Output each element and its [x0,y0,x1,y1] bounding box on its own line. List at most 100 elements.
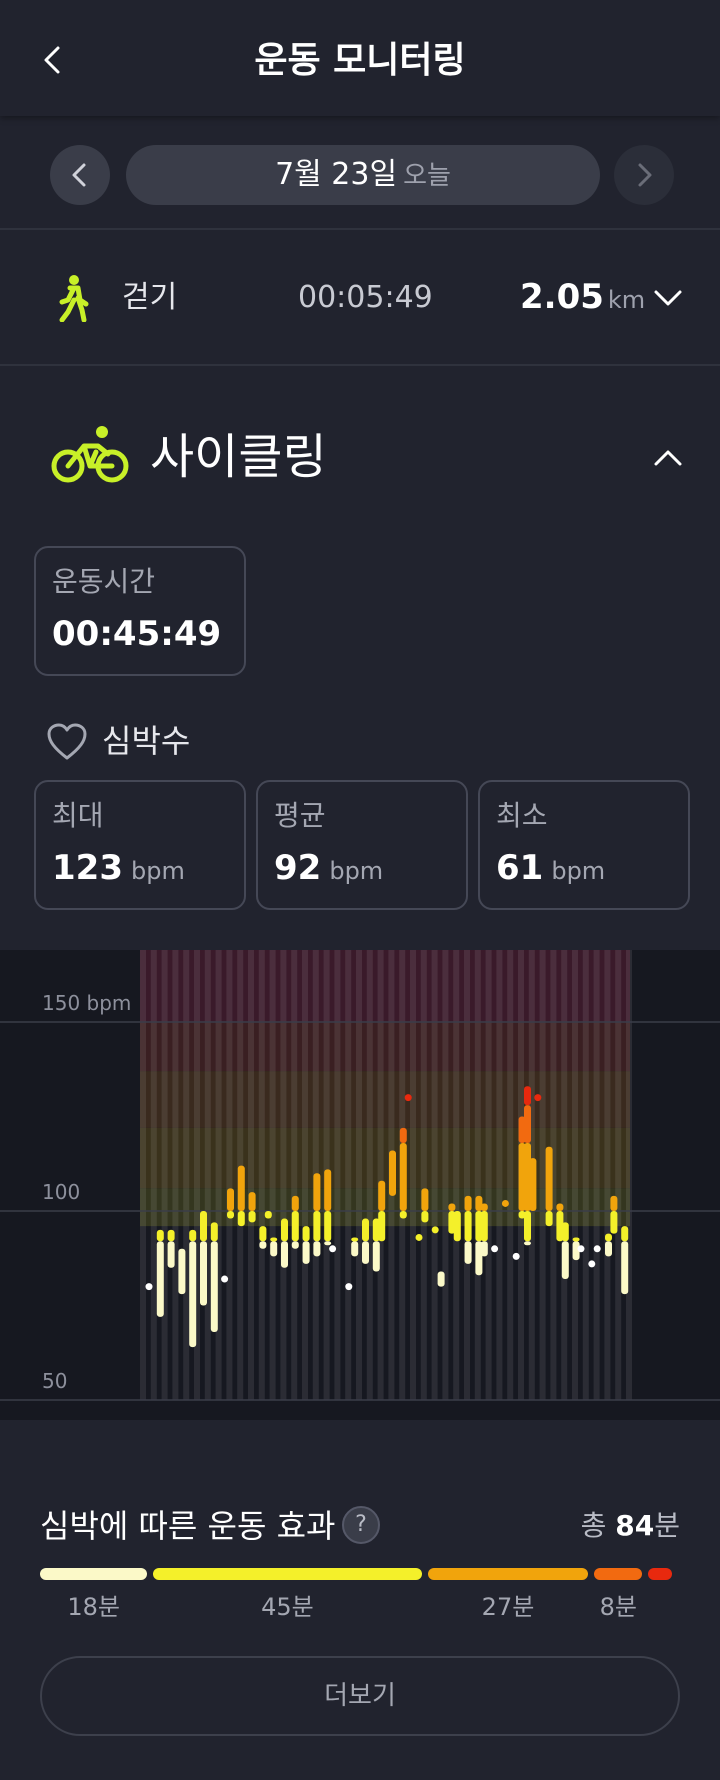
heart-rate-bar [621,1241,629,1295]
grid-stripe [626,950,632,1400]
total-prefix: 총 [580,1509,607,1542]
heart-rate-bar [399,1142,407,1211]
heart-rate-bar [167,1229,175,1242]
workout-name: 걷기 [122,280,178,315]
bicycle-icon [51,426,129,483]
workout-row-walking[interactable]: 걷기 00:05:49 2.05 km [0,232,720,364]
y-tick-label: 150 bpm [42,991,131,1015]
grid-stripe [453,950,460,1400]
chevron-down-icon[interactable] [652,284,684,312]
heart-rate-bar [351,1237,359,1242]
grid-stripe [248,950,254,1400]
stat-unit: bpm [551,857,606,885]
divider [0,228,720,230]
heart-rate-bar [324,1169,332,1211]
grid-stripe [420,950,427,1400]
heart-rate-bar [351,1241,359,1257]
heart-rate-bar [156,1229,164,1242]
heart-rate-bar [561,1241,569,1280]
grid-stripe [539,950,546,1400]
chevron-up-icon[interactable] [652,444,684,472]
date-selector[interactable]: 7월 23일 오늘 [126,145,600,205]
avg-bpm-card: 평균 92 bpm [256,780,468,910]
zone-label: 45분 [261,1593,314,1621]
heart-rate-bar [302,1226,310,1242]
heart-rate-bar [324,1211,332,1242]
question-icon: ? [355,1512,367,1537]
grid-stripe [593,950,600,1400]
heart-rate-bar [313,1211,321,1242]
zone-label: 8분 [599,1593,637,1621]
zone-segment [648,1568,672,1580]
heart-rate-bar [362,1241,369,1264]
heart-rate-bar [313,1241,321,1257]
grid-stripe [366,950,373,1400]
grid-stripe [582,950,589,1400]
zone-band [140,1071,630,1128]
heart-rate-bar [464,1195,472,1211]
effect-title: 심박에 따른 운동 효과 [40,1507,336,1545]
heart-rate-bar [464,1211,472,1242]
heart-rate-bar [248,1192,256,1211]
grid-stripe [140,950,146,1400]
zone-segment [427,1568,589,1580]
stat-number: 123 [52,848,123,888]
heart-rate-bar [248,1211,256,1223]
heart-rate-bar [270,1241,278,1257]
heart-rate-bar [464,1241,472,1264]
grid-stripe [172,950,179,1400]
zone-segment [153,1568,422,1580]
stat-label: 최소 [496,799,548,832]
zone-segment [40,1568,148,1580]
heart-rate-bar [529,1158,537,1211]
heart-rate-bar [189,1241,197,1348]
grid-stripe [150,950,157,1400]
next-date-button[interactable] [614,145,674,205]
chevron-left-icon [72,163,86,187]
help-button[interactable]: ? [342,1506,380,1544]
heart-rate-point [415,1233,423,1241]
heart-rate-bar [545,1146,553,1211]
heart-rate-bar [189,1229,197,1242]
stat-label: 최대 [52,799,104,832]
distance-unit: km [607,286,646,314]
heart-rate-point [145,1283,153,1291]
heart-rate-bar [237,1165,245,1211]
zone-band [140,1022,630,1072]
heart-rate-bar [572,1237,580,1242]
grid-stripe [291,950,298,1400]
grid-stripe [485,950,492,1400]
grid-stripe [215,950,222,1400]
heart-rate-bar [362,1218,369,1242]
grid-stripe [377,950,384,1400]
heart-rate-point [345,1283,353,1291]
heart-rate-bar [156,1241,164,1317]
walking-icon [59,275,89,322]
heart-rate-bar [421,1211,429,1223]
grid-stripe [334,950,341,1400]
duration-card: 운동시간 00:45:49 [34,546,246,676]
zone-bar [40,1568,672,1580]
heart-rate-bar [378,1211,386,1242]
grid-stripe [269,950,276,1400]
grid-stripe [464,950,470,1400]
heart-rate-point [534,1094,542,1102]
total-unit: 분 [654,1509,680,1542]
prev-date-button[interactable] [50,145,110,205]
heart-rate-bar [372,1241,380,1272]
y-tick-label: 50 [42,1369,67,1393]
duration-value: 00:45:49 [52,614,222,654]
heart-rate-chart: 150 bpm10050021426384분 [0,950,720,1420]
heart-rate-bar [621,1226,629,1242]
heart-rate-bar [237,1211,245,1227]
more-button[interactable]: 더보기 [40,1656,680,1736]
zone-label: 18분 [67,1593,120,1621]
page-title: 운동 모니터링 [254,40,466,81]
heart-rate-bar [324,1241,332,1246]
grid-stripe [496,950,503,1400]
heart-rate-bar [524,1241,531,1246]
heart-rate-point [404,1094,412,1102]
heart-rate-bar [281,1218,288,1242]
heart-rate-bar [313,1173,321,1211]
heart-rate-bar [210,1241,218,1332]
